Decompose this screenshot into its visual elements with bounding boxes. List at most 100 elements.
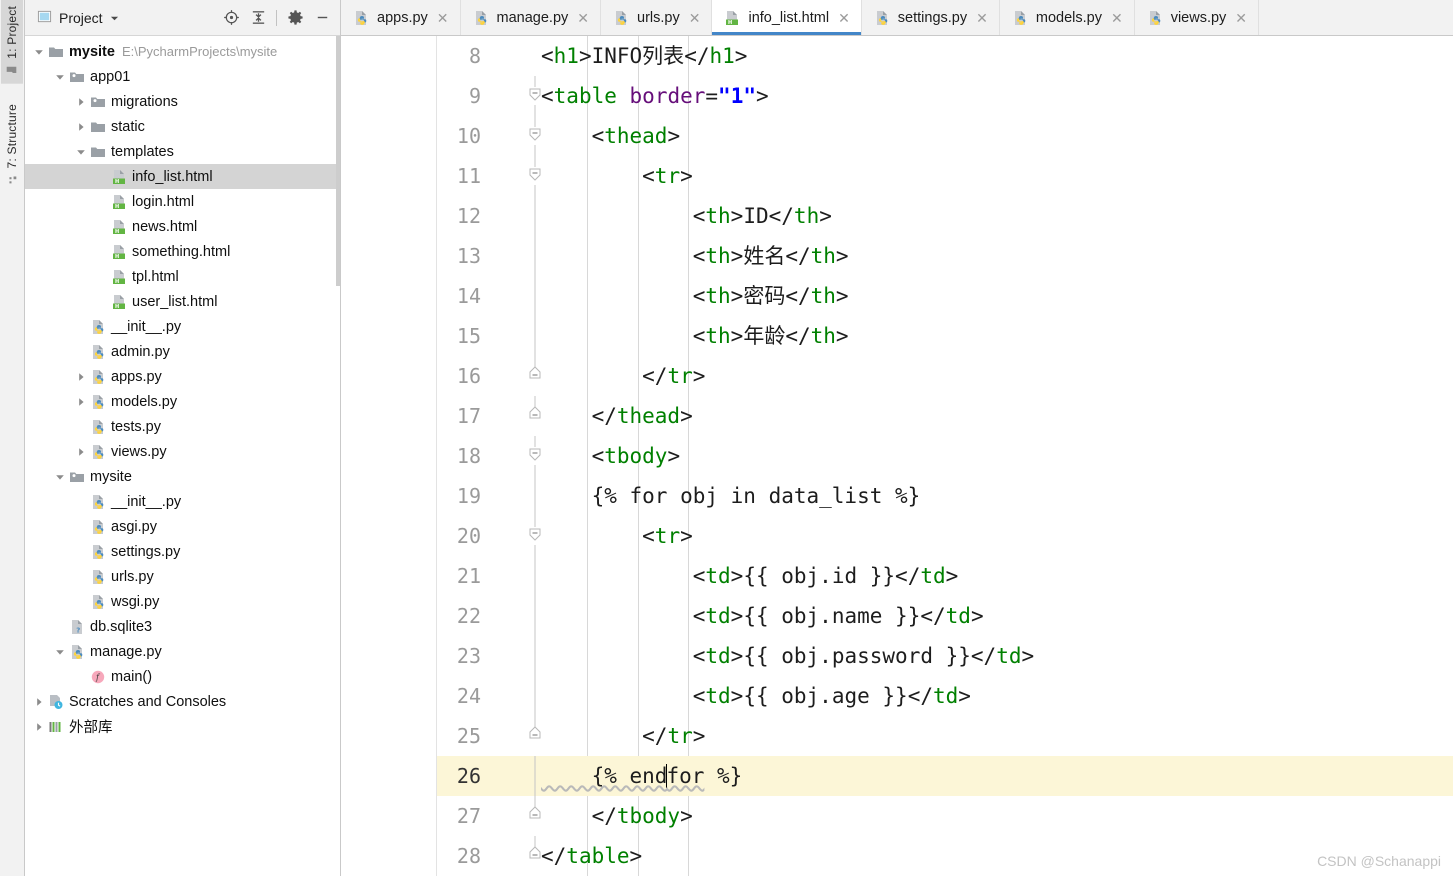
tree-item[interactable]: Hnews.html: [25, 214, 340, 239]
minimize-icon[interactable]: [310, 6, 334, 30]
code-line[interactable]: 25 </tr>: [437, 716, 1453, 756]
tree-item[interactable]: asgi.py: [25, 514, 340, 539]
editor-tab[interactable]: Hinfo_list.html ✕: [712, 0, 862, 35]
code-token: <: [541, 324, 706, 348]
tree-item[interactable]: 外部库: [25, 714, 340, 739]
code-line[interactable]: 28 </table>: [437, 836, 1453, 876]
tree-item[interactable]: manage.py: [25, 639, 340, 664]
tree-item[interactable]: apps.py: [25, 364, 340, 389]
code-line[interactable]: 27 </tbody>: [437, 796, 1453, 836]
code-line[interactable]: 12 <th>ID</th>: [437, 196, 1453, 236]
tree-item[interactable]: Htpl.html: [25, 264, 340, 289]
chevron-down-icon[interactable]: [52, 469, 68, 485]
chevron-right-icon[interactable]: [73, 369, 89, 385]
code-editor[interactable]: 8 <h1>INFO列表</h1> 9 <table border="1"> 10 <t…: [341, 36, 1453, 876]
tree-item[interactable]: Scratches and Consoles: [25, 689, 340, 714]
tree-item[interactable]: Huser_list.html: [25, 289, 340, 314]
code-line[interactable]: 16 </tr>: [437, 356, 1453, 396]
tree-item[interactable]: static: [25, 114, 340, 139]
python-file-icon: [89, 518, 107, 536]
tree-item[interactable]: app01: [25, 64, 340, 89]
tree-item[interactable]: views.py: [25, 439, 340, 464]
html-file-icon: H: [110, 293, 128, 311]
editor-tab[interactable]: models.py ✕: [1000, 0, 1135, 35]
code-line[interactable]: 24 <td>{{ obj.age }}</td>: [437, 676, 1453, 716]
chevron-right-icon[interactable]: [31, 694, 47, 710]
code-line[interactable]: 20 <tr>: [437, 516, 1453, 556]
chevron-right-icon[interactable]: [73, 444, 89, 460]
code-line[interactable]: 17 </thead>: [437, 396, 1453, 436]
tree-item[interactable]: mysite: [25, 464, 340, 489]
code-line[interactable]: 14 <th>密码</th>: [437, 276, 1453, 316]
editor-tab[interactable]: views.py ✕: [1135, 0, 1260, 35]
editor-tab[interactable]: urls.py ✕: [601, 0, 713, 35]
chevron-down-icon[interactable]: [110, 10, 119, 26]
tree-item[interactable]: wsgi.py: [25, 589, 340, 614]
editor-tab[interactable]: apps.py ✕: [341, 0, 461, 35]
code-token: for: [666, 764, 705, 788]
project-panel-title-group[interactable]: Project: [37, 9, 119, 27]
tree-item[interactable]: Hlogin.html: [25, 189, 340, 214]
code-line[interactable]: 22 <td>{{ obj.name }}</td>: [437, 596, 1453, 636]
tree-item[interactable]: __init__.py: [25, 314, 340, 339]
code-line[interactable]: 10 <thead>: [437, 116, 1453, 156]
close-icon[interactable]: ✕: [1233, 9, 1249, 27]
code-line[interactable]: 11 <tr>: [437, 156, 1453, 196]
collapse-all-icon[interactable]: [246, 6, 270, 30]
tree-item[interactable]: admin.py: [25, 339, 340, 364]
editor-code-area[interactable]: 8 <h1>INFO列表</h1> 9 <table border="1"> 10 <t…: [437, 36, 1453, 876]
project-tree-scrollbar[interactable]: [336, 36, 340, 286]
code-line[interactable]: 21 <td>{{ obj.id }}</td>: [437, 556, 1453, 596]
editor-gutter[interactable]: [341, 36, 437, 876]
tree-item[interactable]: tests.py: [25, 414, 340, 439]
code-line-current[interactable]: 26 {% endfor %}: [437, 756, 1453, 796]
close-icon[interactable]: ✕: [435, 9, 451, 27]
code-line-text: </tr>: [541, 356, 705, 396]
close-icon[interactable]: ✕: [575, 9, 591, 27]
tool-window-tab-project[interactable]: 1: Project: [1, 0, 23, 84]
chevron-right-icon[interactable]: [73, 394, 89, 410]
code-token: td: [705, 684, 731, 708]
tree-item[interactable]: settings.py: [25, 539, 340, 564]
code-token: </: [785, 324, 811, 348]
code-line[interactable]: 18 <tbody>: [437, 436, 1453, 476]
editor-tab[interactable]: manage.py ✕: [461, 0, 602, 35]
chevron-down-icon[interactable]: [73, 144, 89, 160]
tree-item[interactable]: models.py: [25, 389, 340, 414]
code-token: th: [705, 284, 731, 308]
code-line[interactable]: 19 {% for obj in data_list %}: [437, 476, 1453, 516]
project-tree[interactable]: mysite E:\PycharmProjects\mysite app01 migr…: [25, 36, 340, 876]
tree-item[interactable]: migrations: [25, 89, 340, 114]
code-line[interactable]: 8 <h1>INFO列表</h1>: [437, 36, 1453, 76]
chevron-down-icon[interactable]: [52, 69, 68, 85]
close-icon[interactable]: ✕: [687, 9, 703, 27]
tree-item[interactable]: Hsomething.html: [25, 239, 340, 264]
chevron-down-icon[interactable]: [31, 44, 47, 60]
code-line[interactable]: 9 <table border="1">: [437, 76, 1453, 116]
tree-item[interactable]: urls.py: [25, 564, 340, 589]
code-line[interactable]: 15 <th>年龄</th>: [437, 316, 1453, 356]
tree-item[interactable]: Hinfo_list.html: [25, 164, 340, 189]
code-line[interactable]: 23 <td>{{ obj.password }}</td>: [437, 636, 1453, 676]
code-token: td: [933, 684, 959, 708]
tool-window-tab-structure[interactable]: 7: Structure: [1, 98, 23, 193]
tree-item[interactable]: templates: [25, 139, 340, 164]
editor-tab[interactable]: settings.py ✕: [862, 0, 1000, 35]
tree-item[interactable]: f main(): [25, 664, 340, 689]
chevron-right-icon[interactable]: [73, 94, 89, 110]
chevron-right-icon[interactable]: [73, 119, 89, 135]
code-line[interactable]: 13 <th>姓名</th>: [437, 236, 1453, 276]
code-token: <: [541, 84, 554, 108]
gear-icon[interactable]: [283, 6, 307, 30]
chevron-right-icon[interactable]: [31, 719, 47, 735]
chevron-down-icon[interactable]: [52, 644, 68, 660]
code-token: >: [680, 804, 693, 828]
close-icon[interactable]: ✕: [1109, 9, 1125, 27]
close-icon[interactable]: ✕: [836, 9, 852, 27]
locate-target-icon[interactable]: [219, 6, 243, 30]
close-icon[interactable]: ✕: [974, 9, 990, 27]
tree-item-label: db.sqlite3: [90, 618, 153, 635]
tree-item[interactable]: mysite E:\PycharmProjects\mysite: [25, 39, 340, 64]
tree-item[interactable]: __init__.py: [25, 489, 340, 514]
tree-item[interactable]: ? db.sqlite3: [25, 614, 340, 639]
